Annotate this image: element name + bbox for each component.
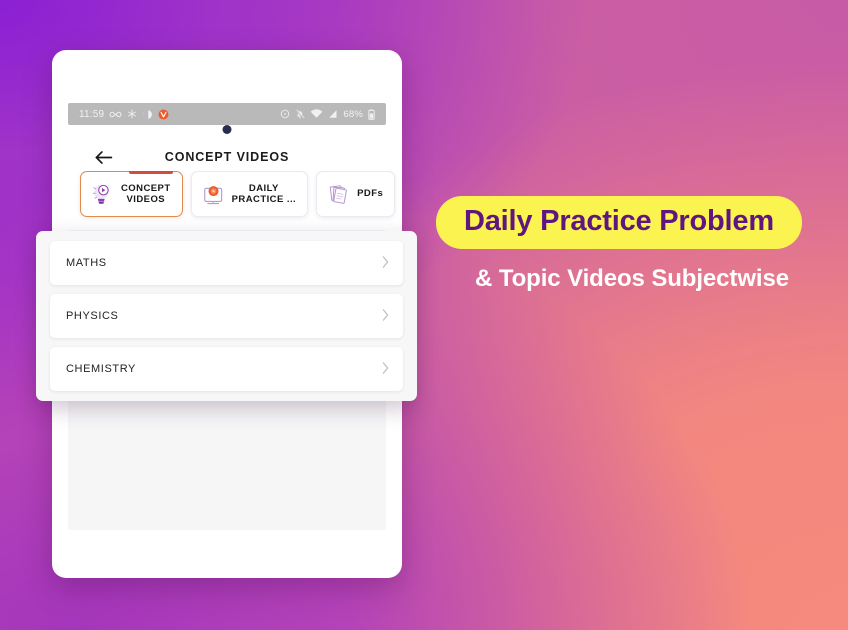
status-bar-right: 68% <box>280 109 375 120</box>
tab-label: PDFs <box>357 188 384 200</box>
tab-daily-practice[interactable]: DAILY PRACTICE ... <box>190 171 309 217</box>
back-arrow-icon[interactable] <box>92 146 114 168</box>
status-bar-clock: 11:59 <box>79 108 105 120</box>
chevron-right-icon <box>382 362 389 376</box>
promo-subline: & Topic Videos Subjectwise <box>475 265 789 292</box>
subject-label: MATHS <box>66 257 107 269</box>
tab-label: DAILY PRACTICE ... <box>231 182 297 206</box>
status-bar-left: 11:59 <box>79 108 169 120</box>
tab-concept-videos[interactable]: CONCEPT VIDEOS <box>80 171 183 217</box>
subject-row-maths[interactable]: MATHS <box>50 241 403 285</box>
battery-icon <box>368 108 375 120</box>
promo-panel: Daily Practice Problem & Topic Videos Su… <box>432 196 832 293</box>
status-bar: 11:59 68% <box>68 103 386 125</box>
category-tab-strip[interactable]: CONCEPT VIDEOS DAILY PRACTICE ... PDFs <box>52 171 402 223</box>
subject-label: CHEMISTRY <box>66 363 136 375</box>
infinity-icon <box>109 110 122 119</box>
tab-label: CONCEPT VIDEOS <box>121 182 171 206</box>
poster-canvas: 11:59 68% CONCEPT VIDEOS CONCEPT VIDEOS … <box>0 0 848 630</box>
subject-row-chemistry[interactable]: CHEMISTRY <box>50 347 403 391</box>
signal-icon <box>328 109 338 119</box>
notifications-off-icon <box>295 109 305 120</box>
contrast-icon <box>142 108 153 120</box>
chevron-right-icon <box>382 256 389 270</box>
subject-row-physics[interactable]: PHYSICS <box>50 294 403 338</box>
promo-headline-pill: Daily Practice Problem <box>436 196 802 249</box>
tab-pdfs[interactable]: PDFs <box>316 171 396 217</box>
promo-headline: Daily Practice Problem <box>464 205 774 237</box>
camera-dot-icon <box>222 125 232 134</box>
wifi-icon <box>310 109 323 119</box>
paper-stack-icon <box>326 182 351 207</box>
clipboard-target-icon <box>201 182 226 207</box>
subject-label: PHYSICS <box>66 310 119 322</box>
lightbulb-play-icon <box>90 182 115 207</box>
chevron-right-icon <box>382 309 389 323</box>
subject-list-overlay: MATHS PHYSICS CHEMISTRY <box>36 231 417 401</box>
v-app-icon <box>158 109 169 120</box>
snowflake-icon <box>127 109 137 119</box>
alarm-icon <box>280 109 290 119</box>
battery-percent-label: 68% <box>343 108 363 120</box>
